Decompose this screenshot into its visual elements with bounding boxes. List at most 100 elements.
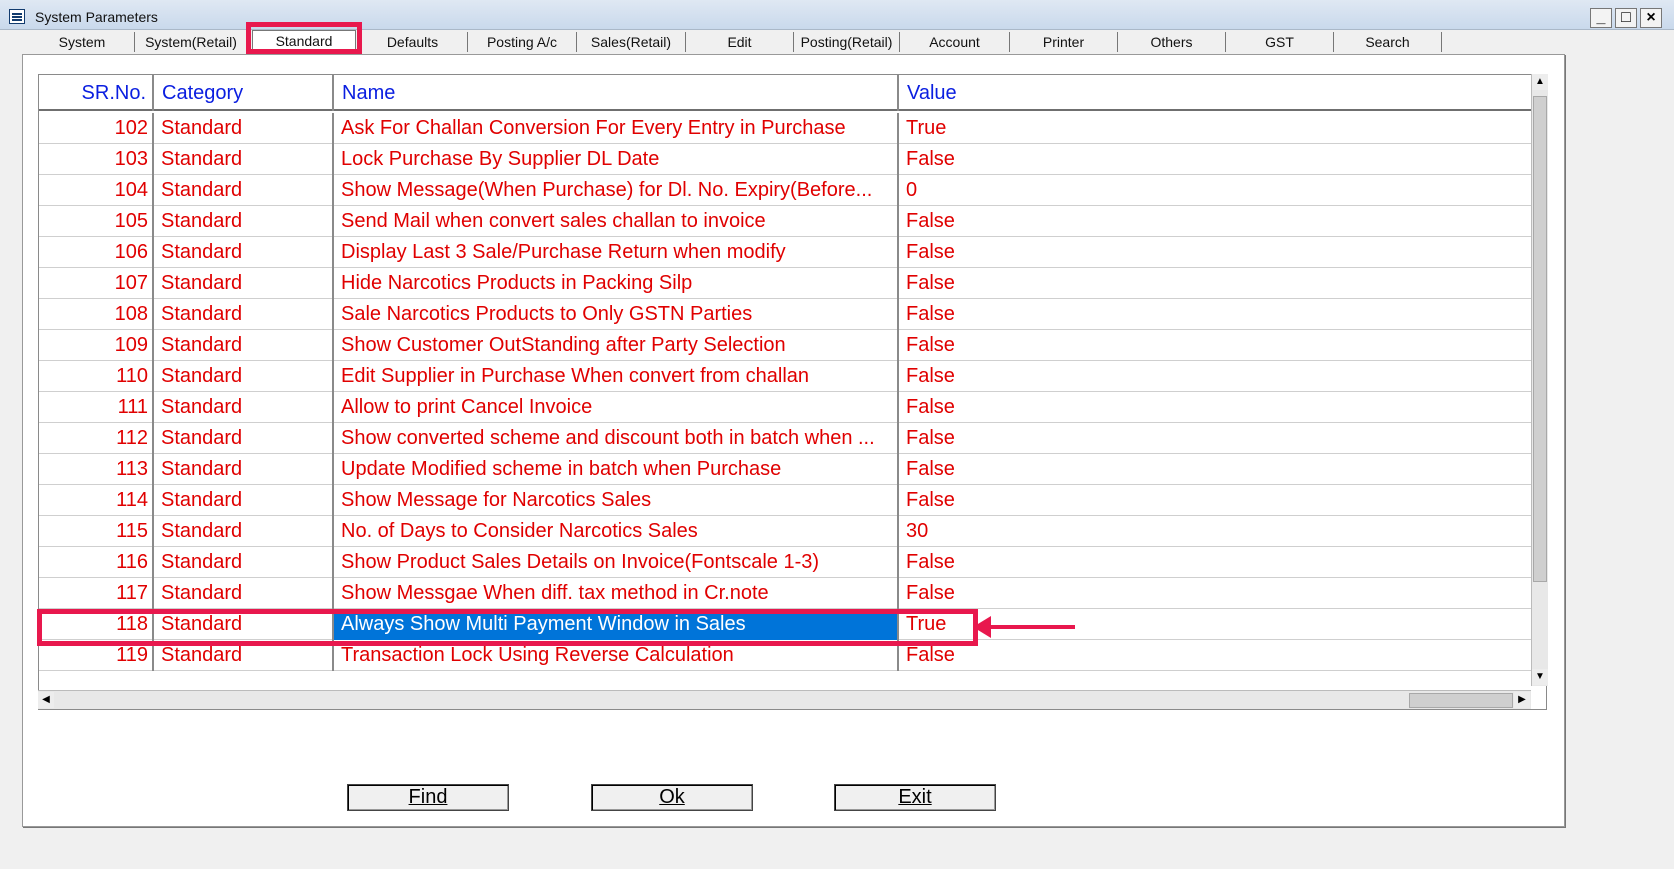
- table-row[interactable]: 102 Standard Ask For Challan Conversion Fo…: [39, 113, 1532, 144]
- tab-printer[interactable]: Printer: [1010, 32, 1118, 52]
- row-category: Standard: [154, 144, 334, 175]
- row-sr-no: 119: [39, 640, 154, 671]
- row-category: Standard: [154, 578, 334, 609]
- scroll-left-icon[interactable]: ◀: [38, 692, 54, 708]
- tab-edit[interactable]: Edit: [686, 32, 794, 52]
- row-sr-no: 106: [39, 237, 154, 268]
- row-sr-no: 116: [39, 547, 154, 578]
- scroll-up-icon[interactable]: ▲: [1532, 74, 1548, 90]
- tab-system-retail[interactable]: System(Retail): [135, 32, 248, 52]
- row-category: Standard: [154, 640, 334, 671]
- row-category: Standard: [154, 268, 334, 299]
- row-category: Standard: [154, 361, 334, 392]
- tab-defaults[interactable]: Defaults: [358, 32, 468, 52]
- row-name: Allow to print Cancel Invoice: [334, 392, 899, 423]
- table-row[interactable]: 119 Standard Transaction Lock Using Revers…: [39, 640, 1532, 671]
- tab-others[interactable]: Others: [1118, 32, 1226, 52]
- row-name: Hide Narcotics Products in Packing Silp: [334, 268, 899, 299]
- table-row[interactable]: 110 Standard Edit Supplier in Purchase Whe…: [39, 361, 1532, 392]
- row-category: Standard: [154, 330, 334, 361]
- row-sr-no: 110: [39, 361, 154, 392]
- row-value: False: [906, 396, 955, 418]
- table-row[interactable]: 115 Standard No. of Days to Consider Narco…: [39, 516, 1532, 547]
- row-sr-no: 118: [39, 609, 154, 640]
- table-row[interactable]: 109 Standard Show Customer OutStanding aft…: [39, 330, 1532, 361]
- horizontal-scroll-thumb[interactable]: [1409, 693, 1513, 708]
- row-value: False: [906, 582, 955, 604]
- row-sr-no: 103: [39, 144, 154, 175]
- column-header-name[interactable]: Name: [334, 75, 899, 111]
- tab-account[interactable]: Account: [900, 32, 1010, 52]
- row-sr-no: 111: [39, 392, 154, 423]
- row-value: False: [906, 427, 955, 449]
- table-row[interactable]: 118 Standard Always Show Multi Payment Win…: [39, 609, 1532, 640]
- table-row[interactable]: 108 Standard Sale Narcotics Products to On…: [39, 299, 1532, 330]
- row-value: False: [906, 365, 955, 387]
- table-row[interactable]: 112 Standard Show converted scheme and dis…: [39, 423, 1532, 454]
- close-button[interactable]: ×: [1640, 8, 1662, 28]
- table-row[interactable]: 116 Standard Show Product Sales Details on…: [39, 547, 1532, 578]
- row-sr-no: 105: [39, 206, 154, 237]
- ok-button-label: Ok: [659, 786, 685, 808]
- table-row[interactable]: 114 Standard Show Message for Narcotics Sa…: [39, 485, 1532, 516]
- row-category: Standard: [154, 113, 334, 144]
- row-name: Show Message(When Purchase) for Dl. No. …: [334, 175, 899, 206]
- minimize-button[interactable]: _: [1590, 8, 1612, 28]
- exit-button[interactable]: Exit: [834, 784, 996, 811]
- column-header-sr-no[interactable]: SR.No.: [39, 75, 154, 111]
- grid-header: SR.No. Category Name Value: [39, 75, 1532, 111]
- ok-button[interactable]: Ok: [591, 784, 753, 811]
- row-sr-no: 112: [39, 423, 154, 454]
- tab-standard[interactable]: Standard: [252, 30, 356, 54]
- table-row[interactable]: 104 Standard Show Message(When Purchase) f…: [39, 175, 1532, 206]
- table-row[interactable]: 111 Standard Allow to print Cancel Invoice…: [39, 392, 1532, 423]
- row-name: Display Last 3 Sale/Purchase Return when…: [334, 237, 899, 268]
- row-value: False: [906, 210, 955, 232]
- tab-strip: System System(Retail) Standard Defaults …: [0, 30, 1674, 54]
- column-header-value[interactable]: Value: [899, 75, 1532, 111]
- row-value: False: [906, 334, 955, 356]
- row-sr-no: 109: [39, 330, 154, 361]
- tab-sales-retail[interactable]: Sales(Retail): [577, 32, 686, 52]
- vertical-scrollbar[interactable]: ▲ ▼: [1531, 74, 1548, 686]
- tab-system[interactable]: System: [30, 32, 135, 52]
- table-row[interactable]: 107 Standard Hide Narcotics Products in Pa…: [39, 268, 1532, 299]
- row-category: Standard: [154, 454, 334, 485]
- table-row[interactable]: 106 Standard Display Last 3 Sale/Purchase …: [39, 237, 1532, 268]
- column-header-category[interactable]: Category: [154, 75, 334, 111]
- find-button[interactable]: Find: [347, 784, 509, 811]
- find-button-label: Find: [408, 786, 448, 808]
- table-row[interactable]: 103 Standard Lock Purchase By Supplier DL …: [39, 144, 1532, 175]
- parameters-grid[interactable]: SR.No. Category Name Value 102 Standard As…: [38, 74, 1547, 710]
- window-title: System Parameters: [35, 9, 158, 25]
- table-row[interactable]: 105 Standard Send Mail when convert sales …: [39, 206, 1532, 237]
- row-category: Standard: [154, 299, 334, 330]
- title-bar: System Parameters _ □ ×: [0, 0, 1674, 30]
- tab-posting-retail[interactable]: Posting(Retail): [794, 32, 900, 52]
- row-name: Always Show Multi Payment Window in Sale…: [334, 609, 899, 640]
- tab-search[interactable]: Search: [1334, 32, 1442, 52]
- row-category: Standard: [154, 609, 334, 640]
- row-name: Show Messgae When diff. tax method in Cr…: [334, 578, 899, 609]
- table-row[interactable]: 117 Standard Show Messgae When diff. tax m…: [39, 578, 1532, 609]
- row-value: False: [906, 241, 955, 263]
- tab-gst[interactable]: GST: [1226, 32, 1334, 52]
- row-name: Send Mail when convert sales challan to …: [334, 206, 899, 237]
- scroll-right-icon[interactable]: ▶: [1514, 692, 1530, 708]
- row-name: Sale Narcotics Products to Only GSTN Par…: [334, 299, 899, 330]
- menu-icon[interactable]: [9, 9, 25, 24]
- maximize-button[interactable]: □: [1615, 8, 1637, 28]
- row-value: 30: [906, 520, 929, 542]
- vertical-scroll-thumb[interactable]: [1533, 96, 1547, 582]
- horizontal-scrollbar[interactable]: ◀ ▶: [38, 690, 1531, 709]
- scroll-down-icon[interactable]: ▼: [1532, 669, 1548, 685]
- row-value: False: [906, 303, 955, 325]
- row-sr-no: 104: [39, 175, 154, 206]
- row-sr-no: 102: [39, 113, 154, 144]
- row-name: Transaction Lock Using Reverse Calculati…: [334, 640, 899, 671]
- tab-posting-ac[interactable]: Posting A/c: [468, 32, 577, 52]
- row-value: False: [906, 458, 955, 480]
- table-row[interactable]: 113 Standard Update Modified scheme in bat…: [39, 454, 1532, 485]
- row-name: Show converted scheme and discount both …: [334, 423, 899, 454]
- row-sr-no: 114: [39, 485, 154, 516]
